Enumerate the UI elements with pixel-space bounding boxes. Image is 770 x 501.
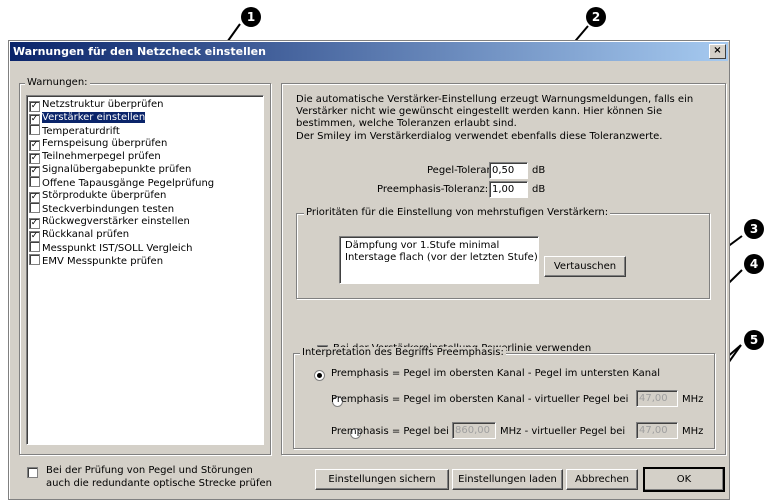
list-item[interactable]: Interstage flach (vor der letzten Stufe): [345, 252, 538, 263]
priorities-list[interactable]: Dämpfung vor 1.Stufe minimal Interstage …: [339, 236, 539, 284]
preemphasis-option-3-label-a: Premphasis = Pegel bei: [331, 426, 449, 437]
list-item[interactable]: ✓ Fernspeisung überprüfen: [29, 137, 259, 151]
cancel-button[interactable]: Abbrechen: [566, 469, 638, 490]
checkbox[interactable]: [29, 241, 40, 252]
description-line-2: Verstärker nicht wie gewünscht eingestel…: [296, 106, 663, 117]
redundant-optical-label-1: Bei der Prüfung von Pegel und Störungen: [46, 465, 253, 476]
list-item[interactable]: Offene Tapausgänge Pegelprüfung: [29, 176, 259, 189]
callout-1: 1: [241, 7, 261, 27]
redundant-optical-label-2: auch die redundante optische Strecke prü…: [46, 478, 272, 489]
dialog-title: Warnungen für den Netzcheck einstellen: [13, 45, 266, 58]
preemphasis-tolerance-unit: dB: [532, 184, 546, 195]
callout-2: 2: [586, 7, 606, 27]
preemphasis-option-1-label: Premphasis = Pegel im obersten Kanal - P…: [331, 368, 661, 379]
callout-3: 3: [744, 219, 764, 239]
list-item[interactable]: EMV Messpunkte prüfen: [29, 254, 259, 267]
list-item[interactable]: ✓ Signalübergabepunkte prüfen: [29, 163, 259, 177]
preemphasis-tolerance-input[interactable]: 1,00: [489, 181, 528, 198]
preemphasis-group-label: Interpretation des Begriffs Preemphasis:: [300, 347, 506, 358]
description-line-4: Der Smiley im Verstärkerdialog verwendet…: [296, 131, 663, 142]
option-3-frequency-input-2[interactable]: 47,00: [636, 422, 678, 439]
warnings-list[interactable]: ✓ Netzstruktur überprüfen ✓ Verstärker ein…: [26, 95, 264, 445]
list-item[interactable]: Steckverbindungen testen: [29, 202, 259, 215]
description-line-1: Die automatische Verstärker-Einstellung …: [296, 94, 694, 105]
description-line-3: bestimmen, welche Toleranzen erlaubt sin…: [296, 118, 517, 129]
preemphasis-tolerance-label: Preemphasis-Toleranz:: [377, 184, 489, 195]
checkbox[interactable]: [29, 124, 40, 135]
redundant-optical-checkbox[interactable]: [27, 467, 38, 478]
save-settings-button[interactable]: Einstellungen sichern: [315, 469, 449, 490]
option-2-frequency-input[interactable]: 47,00: [636, 390, 678, 407]
list-item[interactable]: ✓ Netzstruktur überprüfen: [29, 98, 259, 112]
option-3-mhz-unit: MHz: [682, 426, 704, 437]
priorities-group-label: Prioritäten für die Einstellung von mehr…: [304, 207, 611, 218]
list-item[interactable]: ✓ Verstärker einstellen: [29, 111, 259, 125]
title-bar[interactable]: Warnungen für den Netzcheck einstellen ×: [10, 42, 728, 61]
list-item[interactable]: ✓ Rückkanal prüfen: [29, 228, 259, 242]
checkbox[interactable]: [29, 176, 40, 187]
checkbox[interactable]: [29, 202, 40, 213]
callout-5: 5: [744, 330, 764, 350]
preemphasis-option-3-label-b: MHz - virtueller Pegel bei: [500, 426, 626, 437]
ok-button[interactable]: OK: [643, 467, 725, 492]
preemphasis-option-2-label: Premphasis = Pegel im obersten Kanal - v…: [331, 394, 629, 405]
list-item[interactable]: ✓ Rückwegverstärker einstellen: [29, 215, 259, 229]
load-settings-button[interactable]: Einstellungen laden: [452, 469, 563, 490]
swap-button[interactable]: Vertauschen: [544, 256, 626, 277]
preemphasis-option-1-radio[interactable]: [314, 370, 325, 381]
close-button[interactable]: ×: [709, 44, 726, 59]
pegel-tolerance-unit: dB: [532, 165, 546, 176]
checkbox[interactable]: [29, 254, 40, 265]
pegel-tolerance-input[interactable]: 0,50: [489, 162, 528, 179]
list-item[interactable]: Dämpfung vor 1.Stufe minimal: [345, 240, 499, 251]
list-item[interactable]: Temperaturdrift: [29, 124, 259, 137]
list-item[interactable]: ✓ Störprodukte überprüfen: [29, 189, 259, 203]
warnings-group-label: Warnungen:: [25, 77, 90, 88]
option-2-mhz-unit: MHz: [682, 394, 704, 405]
list-item[interactable]: Messpunkt IST/SOLL Vergleich: [29, 241, 259, 254]
option-3-frequency-input-1[interactable]: 860,00: [452, 422, 496, 439]
callout-4: 4: [744, 254, 764, 274]
list-item[interactable]: ✓ Teilnehmerpegel prüfen: [29, 150, 259, 164]
